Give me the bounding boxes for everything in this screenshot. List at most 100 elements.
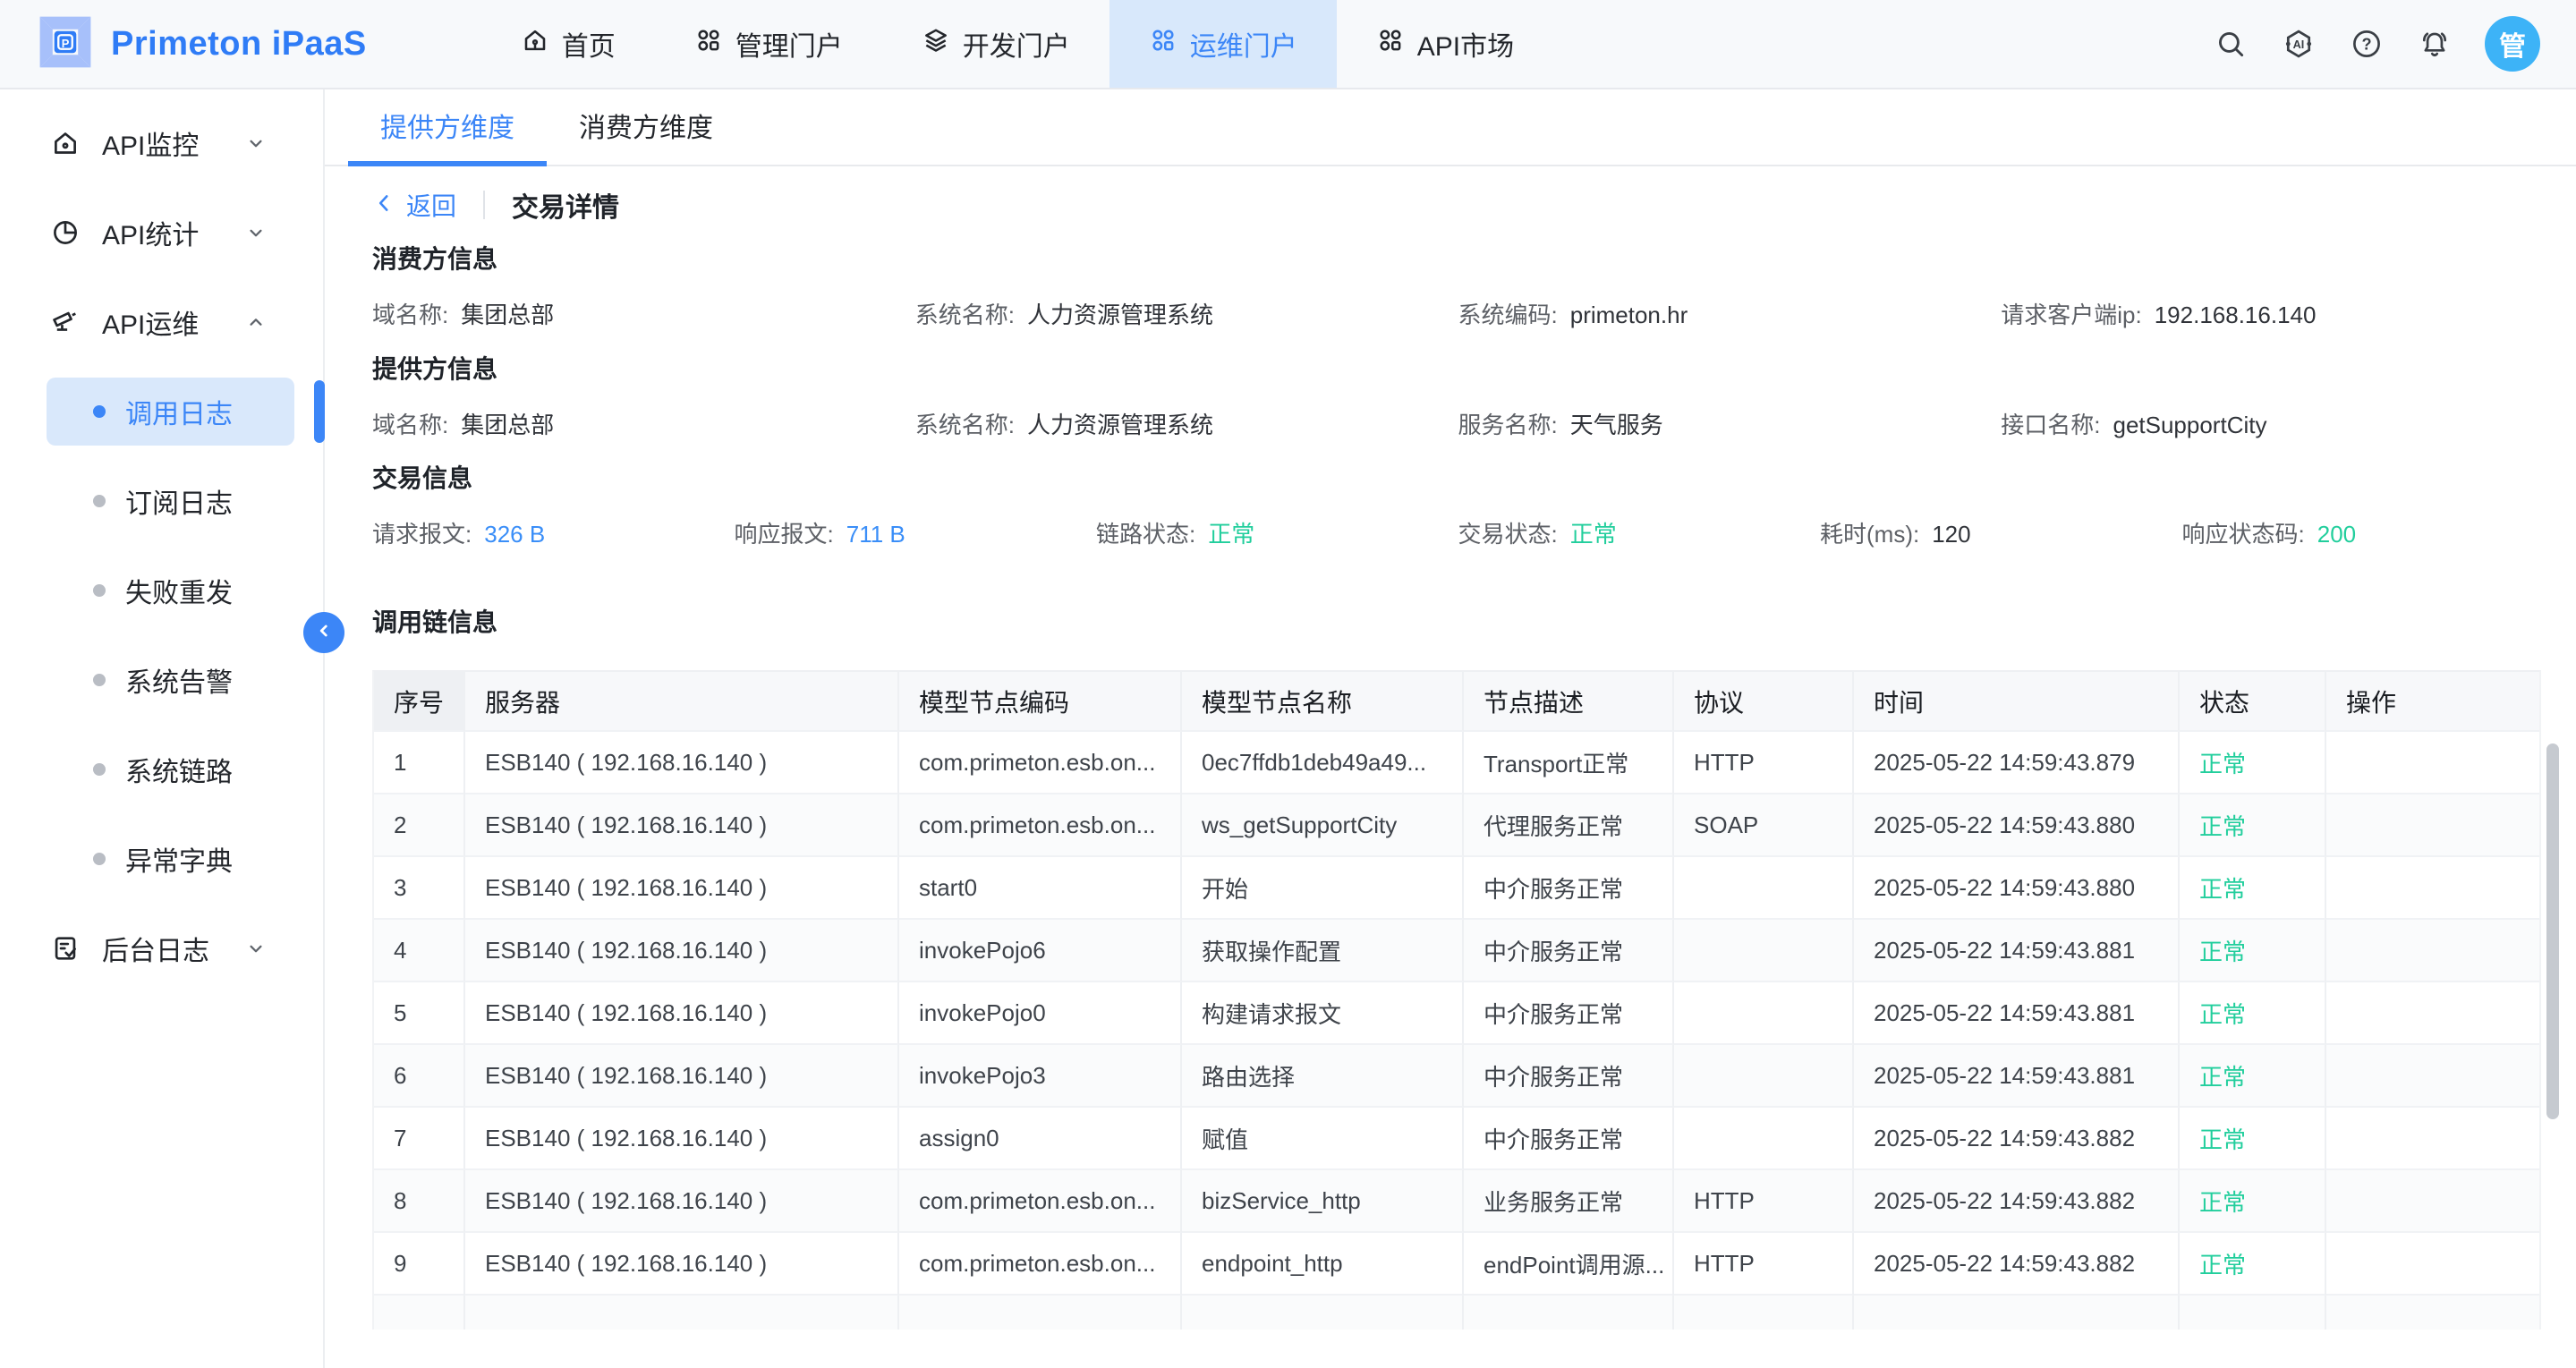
sidebar-item-失败重发[interactable]: 失败重发 [0, 546, 323, 635]
doc-icon [50, 933, 81, 964]
sidebar-group-API监控[interactable]: API监控 [0, 98, 323, 188]
nav-item-label: 首页 [562, 24, 616, 64]
main-area: 提供方维度消费方维度 返回 交易详情 消费方信息域名称:集团总部系统名称:人力资… [325, 89, 2576, 1368]
nav-item-开发门户[interactable]: 开发门户 [882, 0, 1109, 88]
sidebar-item-label: 失败重发 [125, 571, 233, 610]
table-cell: 2025-05-22 14:59:43.881 [1854, 920, 2180, 982]
table-cell: endPoint调用源... [1464, 1233, 1674, 1296]
svg-text:?: ? [2361, 36, 2371, 54]
nav-item-label: 运维门户 [1190, 24, 1297, 64]
table-cell: 2 [374, 794, 465, 857]
field-耗时(ms): 耗时(ms):120 [1820, 516, 2182, 549]
nav-item-首页[interactable]: 首页 [481, 0, 655, 88]
search-icon[interactable] [2213, 26, 2249, 62]
table-cell: ESB140 ( 192.168.16.140 ) [465, 982, 899, 1045]
table-cell: start0 [899, 857, 1182, 920]
table-cell: 获取操作配置 [1182, 920, 1464, 982]
status-cell: 正常 [2180, 794, 2326, 857]
status-cell: 正常 [2180, 1045, 2326, 1108]
field-请求客户端ip: 请求客户端ip:192.168.16.140 [2001, 297, 2544, 330]
nav-item-运维门户[interactable]: 运维门户 [1109, 0, 1337, 88]
sidebar-item-调用日志[interactable]: 调用日志 [0, 367, 323, 456]
field-value-link[interactable]: 711 B [846, 521, 905, 548]
table-row-8: 8ESB140 ( 192.168.16.140 )com.primeton.e… [374, 1170, 2539, 1233]
topbar: P Primeton iPaaS 首页管理门户开发门户运维门户API市场 AI … [0, 0, 2576, 89]
field-label: 响应报文: [735, 521, 834, 548]
sidebar-group-后台日志[interactable]: 后台日志 [0, 904, 323, 993]
page-title: 交易详情 [512, 185, 619, 225]
table-cell: ws_getSupportCity [1182, 794, 1464, 857]
field-label: 响应状态码: [2182, 521, 2305, 548]
field-响应状态码: 响应状态码: 200 [2182, 516, 2545, 549]
table-cell: 路由选择 [1182, 1045, 1464, 1108]
table-cell: ESB140 ( 192.168.16.140 ) [465, 732, 899, 794]
ops-icon [50, 307, 81, 337]
sidebar-item-系统告警[interactable]: 系统告警 [0, 635, 323, 725]
ai-assistant-icon[interactable]: AI [2281, 26, 2317, 62]
sidebar-item-异常字典[interactable]: 异常字典 [0, 814, 323, 904]
field-value: 正常 [1570, 521, 1617, 548]
table-cell [1674, 982, 1854, 1045]
column-header-序号: 序号 [374, 672, 465, 732]
status-cell: 正常 [2180, 732, 2326, 794]
table-cell: 代理服务正常 [1464, 794, 1674, 857]
table-cell: 中介服务正常 [1464, 920, 1674, 982]
tab-消费方维度[interactable]: 消费方维度 [547, 89, 745, 166]
field-value: 200 [2317, 521, 2356, 548]
table-cell: 构建请求报文 [1182, 982, 1464, 1045]
monitor-icon [50, 128, 81, 158]
field-系统编码: 系统编码:primeton.hr [1458, 297, 2002, 330]
sidebar-item-系统链路[interactable]: 系统链路 [0, 725, 323, 814]
table-cell [1182, 1296, 1464, 1330]
sidebar-collapse-button[interactable] [303, 612, 344, 653]
svg-text:P: P [62, 36, 70, 49]
field-value: 集团总部 [461, 412, 554, 438]
back-button[interactable]: 返回 [372, 187, 456, 223]
status-cell: 正常 [2180, 857, 2326, 920]
help-icon[interactable]: ? [2349, 26, 2385, 62]
nav-item-API市场[interactable]: API市场 [1337, 0, 1553, 88]
sidebar-group-API统计[interactable]: API统计 [0, 188, 323, 277]
table-cell: 2025-05-22 14:59:43.880 [1854, 794, 2180, 857]
field-label: 系统名称: [915, 302, 1015, 328]
nav-item-label: 开发门户 [963, 24, 1070, 64]
avatar[interactable]: 管 [2485, 16, 2540, 72]
field-系统名称: 系统名称:人力资源管理系统 [915, 407, 1458, 440]
app-logo[interactable]: P Primeton iPaaS [38, 0, 367, 88]
table-cell: 业务服务正常 [1464, 1170, 1674, 1233]
nav-item-管理门户[interactable]: 管理门户 [655, 0, 882, 88]
column-header-状态: 状态 [2180, 672, 2326, 732]
field-value-link[interactable]: 326 B [484, 521, 545, 548]
tab-提供方维度[interactable]: 提供方维度 [348, 89, 547, 166]
table-cell: 1 [374, 732, 465, 794]
section-fields: 请求报文:326 B响应报文:711 B链路状态:正常交易状态:正常耗时(ms)… [372, 513, 2544, 552]
bell-icon[interactable] [2417, 26, 2453, 62]
sidebar-group-label: API监控 [102, 123, 199, 163]
nav-item-label: API市场 [1417, 24, 1514, 64]
table-row-clipped [374, 1296, 2539, 1330]
app-window: P Primeton iPaaS 首页管理门户开发门户运维门户API市场 AI … [0, 0, 2576, 1368]
table-cell: invokePojo6 [899, 920, 1182, 982]
logo-icon: P [38, 14, 93, 74]
table-cell: 中介服务正常 [1464, 1108, 1674, 1170]
table-cell: ESB140 ( 192.168.16.140 ) [465, 1170, 899, 1233]
chevron-down-icon [244, 132, 268, 155]
sidebar-item-订阅日志[interactable]: 订阅日志 [0, 456, 323, 546]
chevron-down-icon [244, 937, 268, 960]
sidebar-group-API运维[interactable]: API运维 [0, 277, 323, 367]
table-cell: SOAP [1674, 794, 1854, 857]
field-请求报文: 请求报文:326 B [372, 516, 735, 549]
table-cell [2326, 982, 2541, 1045]
table-vertical-scrollbar[interactable] [2546, 743, 2559, 1119]
table-cell [2326, 920, 2541, 982]
table-row-1: 1ESB140 ( 192.168.16.140 )com.primeton.e… [374, 732, 2539, 794]
field-label: 链路状态: [1096, 521, 1195, 548]
table-cell: ESB140 ( 192.168.16.140 ) [465, 1045, 899, 1108]
svg-text:AI: AI [2293, 38, 2305, 51]
bullet-dot-icon [93, 674, 106, 686]
column-header-模型节点编码: 模型节点编码 [899, 672, 1182, 732]
home-icon [521, 26, 549, 62]
table-header: 序号服务器模型节点编码模型节点名称节点描述协议时间状态操作 [374, 672, 2539, 732]
table-cell: HTTP [1674, 1170, 1854, 1233]
detail-content: 返回 交易详情 消费方信息域名称:集团总部系统名称:人力资源管理系统系统编码:p… [325, 166, 2576, 1368]
